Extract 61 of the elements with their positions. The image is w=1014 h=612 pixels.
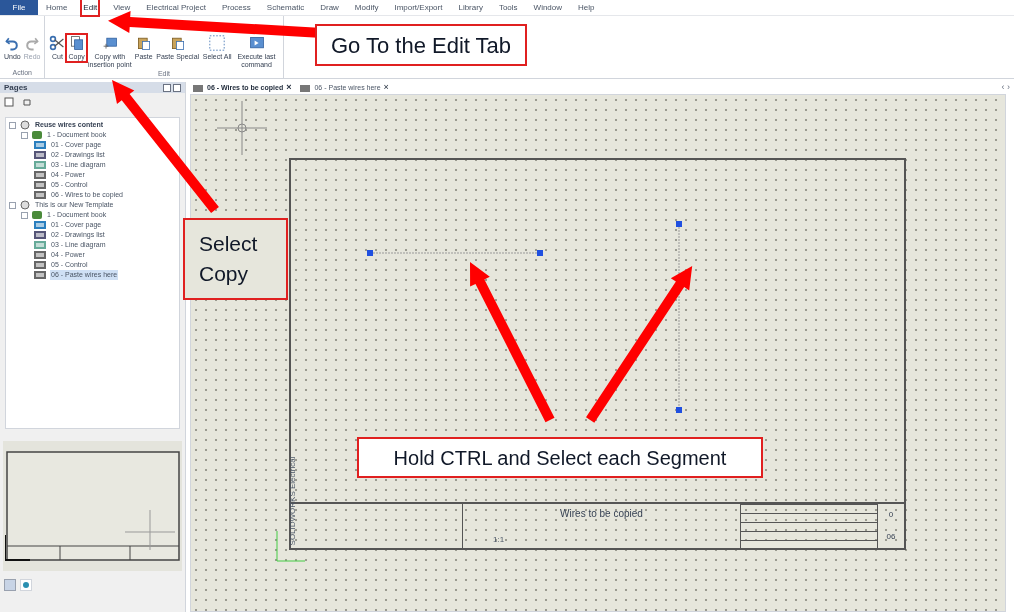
scale-text: 1:1 — [493, 534, 505, 546]
tab-scroll-arrows[interactable]: ‹ › — [1001, 81, 1010, 95]
page-icon — [33, 220, 47, 230]
page-icon — [33, 240, 47, 250]
menu-tab[interactable]: Electrical Project — [145, 0, 207, 15]
expander-icon[interactable] — [9, 201, 16, 209]
project-icon — [19, 200, 31, 210]
callout: Go To the Edit Tab — [315, 24, 527, 66]
page-icon — [33, 250, 47, 260]
close-icon[interactable]: × — [286, 81, 292, 95]
menu-tab[interactable]: Draw — [319, 0, 340, 15]
close-icon[interactable] — [173, 83, 181, 92]
expander-icon[interactable] — [9, 121, 16, 129]
menu-tab[interactable]: Modify — [353, 0, 380, 15]
book-icon — [31, 130, 43, 140]
page-icon — [33, 270, 47, 280]
page-icon — [33, 230, 47, 240]
book-icon — [31, 210, 43, 220]
menu-tab[interactable]: Import/Export — [393, 0, 444, 15]
page-icon — [299, 83, 312, 93]
expander-icon[interactable] — [21, 211, 28, 219]
components-view-icon[interactable] — [20, 579, 32, 591]
menu-tab[interactable]: Library — [457, 0, 484, 15]
callout: Hold CTRL and Select each Segment — [357, 437, 763, 478]
panel-title: Pages — [4, 81, 28, 94]
paste-icon — [169, 35, 186, 51]
crosshair-cursor-icon — [217, 101, 267, 155]
menu-tab[interactable]: Process — [220, 0, 252, 15]
menu-tab[interactable]: Home — [45, 0, 69, 15]
callout: Select Copy — [183, 218, 288, 300]
paste-icon — [135, 35, 152, 51]
menu-tab[interactable]: Window — [532, 0, 564, 15]
page-icon — [33, 150, 47, 160]
undo-icon — [4, 35, 21, 51]
drawing-title: Wires to be copied — [560, 507, 643, 521]
menu-tab[interactable]: Tools — [497, 0, 519, 15]
page-icon — [33, 180, 47, 190]
copy-icon — [101, 35, 118, 51]
page-icon — [33, 170, 47, 180]
play-icon — [248, 35, 265, 51]
page-icon — [33, 140, 47, 150]
scissors-icon — [49, 35, 66, 51]
close-icon[interactable]: × — [383, 81, 389, 95]
project-icon — [19, 120, 31, 130]
menu-tab[interactable]: Schematic — [265, 0, 306, 15]
sheet-number: 06 — [886, 531, 896, 543]
page-icon — [33, 260, 47, 270]
selection-icon — [209, 35, 226, 51]
menu-tab[interactable]: Edit — [82, 0, 99, 15]
page-icon[interactable] — [4, 97, 14, 107]
menu-tab[interactable]: View — [112, 0, 132, 15]
page-icon — [33, 190, 47, 200]
copy-icon — [68, 35, 85, 51]
page-icon — [33, 160, 47, 170]
file-menu[interactable]: File — [0, 0, 38, 15]
page-icon — [192, 83, 204, 93]
expander-icon[interactable] — [21, 131, 28, 139]
revision-number: 0 — [888, 509, 894, 521]
menu-tab[interactable]: Help — [577, 0, 596, 15]
redo-icon — [24, 35, 41, 51]
refresh-icon[interactable] — [22, 97, 32, 107]
